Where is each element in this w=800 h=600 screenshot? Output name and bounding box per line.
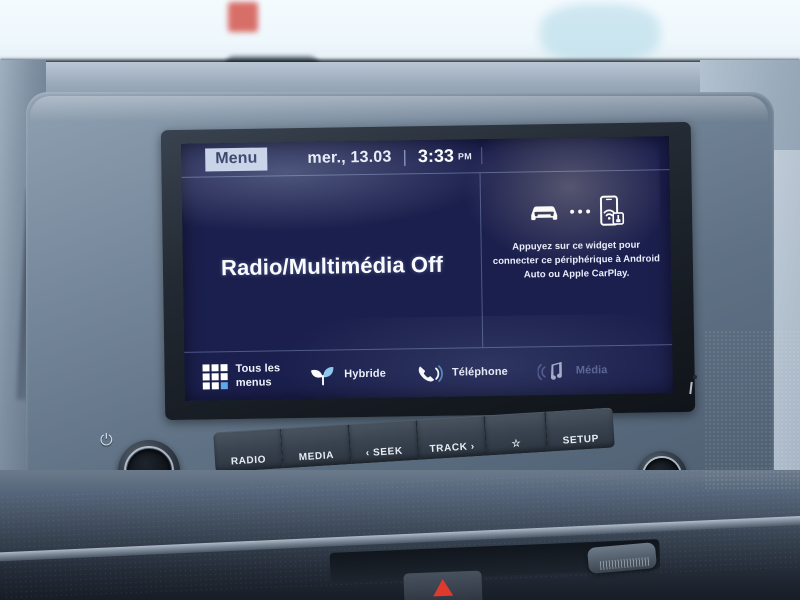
hazard-triangle-icon — [432, 578, 454, 596]
radio-status-text: Radio/Multimédia Off — [220, 251, 444, 281]
smartphone-connect-icon — [599, 195, 624, 226]
music-note-icon — [537, 361, 563, 380]
dash-panel-highlight — [30, 96, 768, 122]
seek-button[interactable]: ‹ SEEK — [348, 419, 420, 464]
media-button[interactable]: MEDIA — [281, 424, 352, 469]
right-panel-texture — [704, 330, 800, 490]
dock-item-hybrid[interactable]: Hybride — [308, 362, 386, 387]
dock-label-media: Média — [575, 363, 608, 377]
dock-item-all-menus[interactable]: Tous les menus — [202, 362, 280, 391]
power-icon: ⏻ — [100, 432, 113, 449]
main-content-row: Radio/Multimédia Off Appuyez sur ce widg… — [182, 170, 673, 352]
dock-label-line1: Tous les — [235, 362, 281, 375]
status-separator: | — [402, 146, 408, 166]
bottom-dock: Tous les menus Hybride Téléphone Média — [184, 344, 673, 401]
ellipsis-icon — [568, 209, 592, 214]
status-date: mer., 13.03 — [307, 148, 392, 167]
dock-label-hybrid: Hybride — [344, 367, 387, 380]
windshield-glare — [540, 4, 660, 62]
projection-widget-text: Appuyez sur ce widget pour connecter ce … — [492, 239, 661, 281]
dock-label-line2: menus — [235, 375, 272, 389]
radio-status-panel[interactable]: Radio/Multimédia Off — [182, 173, 483, 352]
dashboard-photo-scene: Menu mer., 13.03 | 3:33 PM Radio/Multimé… — [0, 0, 800, 600]
dock-label-all-menus: Tous les menus — [235, 362, 280, 390]
setup-button[interactable]: SETUP — [545, 407, 615, 452]
dock-item-phone[interactable]: Téléphone — [416, 360, 508, 385]
windshield-red-object — [228, 2, 258, 32]
menu-button[interactable]: Menu — [205, 147, 268, 172]
grid-icon — [202, 364, 228, 390]
status-time: 3:33 — [417, 145, 455, 167]
leaf-sprout-icon — [310, 366, 333, 385]
projection-widget-icons — [526, 191, 625, 233]
dock-item-media[interactable]: Média — [537, 359, 608, 384]
car-icon — [530, 206, 557, 221]
infotainment-screen[interactable]: Menu mer., 13.03 | 3:33 PM Radio/Multimé… — [181, 136, 673, 401]
favorites-button[interactable]: ☆ — [484, 411, 548, 456]
dock-label-phone: Téléphone — [451, 365, 508, 379]
status-separator-2 — [480, 147, 483, 165]
projection-widget[interactable]: Appuyez sur ce widget pour connecter ce … — [479, 170, 673, 348]
track-button[interactable]: TRACK › — [416, 415, 488, 460]
panel-screw — [693, 375, 697, 379]
status-ampm: PM — [457, 150, 473, 161]
radio-button[interactable]: RADIO — [213, 428, 284, 473]
phone-icon — [419, 364, 444, 382]
hazard-light-button[interactable] — [403, 570, 483, 600]
